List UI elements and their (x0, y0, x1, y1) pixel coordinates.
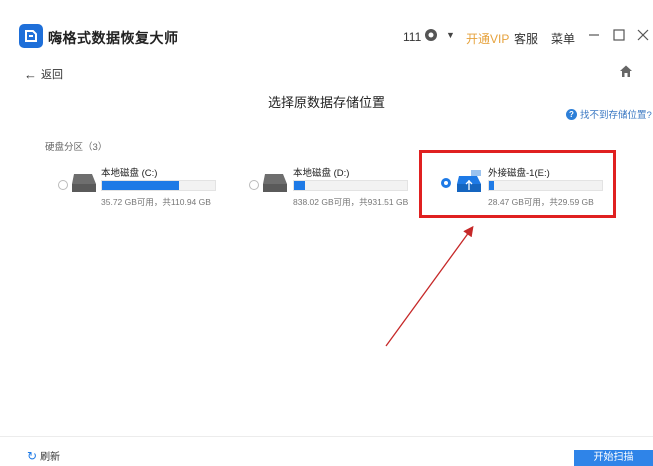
refresh-label: 刷新 (40, 452, 61, 463)
start-scan-button[interactable]: 开始扫描 (574, 450, 653, 466)
annotation-arrow-icon (385, 225, 474, 347)
bottom-bar (0, 436, 653, 466)
refresh-button[interactable]: ↻ 刷新 (27, 448, 61, 464)
refresh-icon: ↻ (27, 448, 38, 463)
